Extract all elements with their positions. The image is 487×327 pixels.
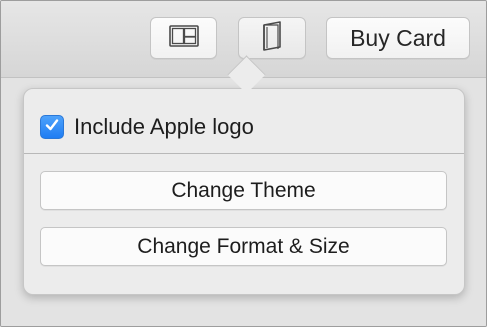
buy-card-button[interactable]: Buy Card (326, 17, 470, 59)
layout-button[interactable] (150, 17, 217, 59)
divider (24, 153, 464, 154)
checkmark-icon (44, 117, 60, 138)
two-pane-layout-icon (168, 24, 199, 52)
include-logo-checkbox[interactable] (40, 115, 64, 139)
include-logo-label[interactable]: Include Apple logo (74, 114, 254, 140)
include-logo-row[interactable]: Include Apple logo (40, 114, 254, 140)
options-popover: Include Apple logo Change Theme Change F… (23, 88, 465, 295)
format-button[interactable] (238, 17, 306, 59)
folded-card-icon (261, 20, 283, 56)
popover-arrow-joint (226, 89, 266, 99)
change-format-size-button[interactable]: Change Format & Size (40, 227, 447, 266)
change-theme-button[interactable]: Change Theme (40, 171, 447, 210)
